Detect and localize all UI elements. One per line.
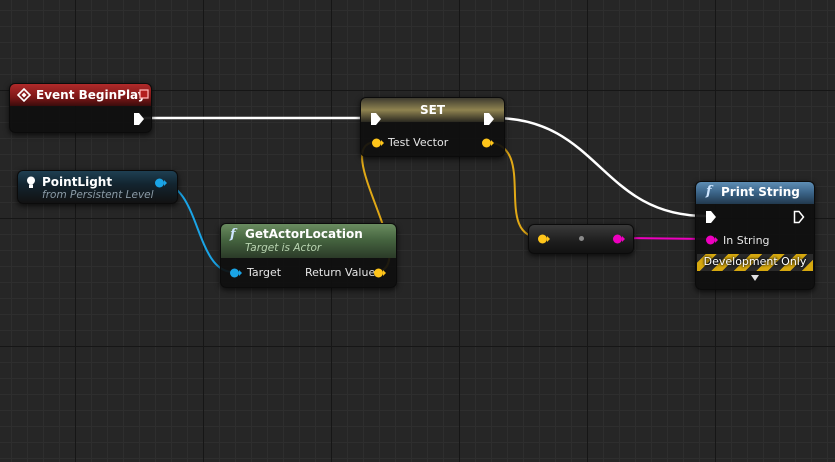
in-string-label: In String <box>723 234 770 247</box>
return-value-vector-out-pin[interactable] <box>373 267 387 279</box>
pointlight-object-out-pin[interactable] <box>154 177 168 189</box>
target-pin-label: Target <box>247 266 282 279</box>
set-exec-out-pin[interactable] <box>483 112 495 126</box>
pointlight-subtitle: from Persistent Level <box>42 189 154 201</box>
event-node-header: Event BeginPlay <box>10 84 151 106</box>
getloc-node-header: f GetActorLocation Target is Actor <box>221 224 396 258</box>
conversion-vector-in-pin[interactable] <box>537 233 551 245</box>
vector-to-string-conversion-node[interactable] <box>528 224 634 254</box>
set-vector-in-pin[interactable] <box>371 137 385 149</box>
set-exec-in-pin[interactable] <box>370 112 382 126</box>
print-string-node[interactable]: f Print String In String Development Onl… <box>695 181 815 290</box>
conversion-dot-icon <box>579 236 584 241</box>
function-f-icon: f <box>706 184 712 199</box>
lightbulb-icon <box>27 176 35 188</box>
set-vector-out-pin[interactable] <box>481 137 495 149</box>
pointlight-reference-node[interactable]: PointLight from Persistent Level <box>17 170 178 204</box>
getloc-node-title: GetActorLocation <box>245 227 363 241</box>
expand-arrow-icon[interactable] <box>750 274 760 282</box>
event-node-title: Event BeginPlay <box>36 88 146 102</box>
print-exec-in-pin[interactable] <box>705 210 717 224</box>
development-only-label: Development Only <box>703 255 807 268</box>
conversion-string-out-pin[interactable] <box>612 233 626 245</box>
get-actor-location-node[interactable]: f GetActorLocation Target is Actor Targe… <box>220 223 397 288</box>
pointlight-title: PointLight <box>42 175 113 189</box>
getloc-node-subtitle: Target is Actor <box>245 242 322 254</box>
print-node-header: f Print String <box>696 182 814 204</box>
stop-square-icon <box>139 89 149 99</box>
exec-wire-set-to-print[interactable] <box>493 116 707 218</box>
in-string-pin[interactable] <box>705 234 719 246</box>
print-node-title: Print String <box>721 185 800 199</box>
development-only-banner: Development Only <box>697 254 813 271</box>
exec-out-pin[interactable] <box>133 112 145 126</box>
event-diamond-icon <box>17 88 31 102</box>
set-variable-node[interactable]: SET Test Vector <box>360 97 505 157</box>
function-f-icon: f <box>230 227 236 242</box>
target-object-in-pin[interactable] <box>229 267 243 279</box>
print-exec-out-pin[interactable] <box>793 210 805 224</box>
set-variable-label: Test Vector <box>388 136 449 149</box>
return-value-pin-label: Return Value <box>305 266 376 279</box>
event-beginplay-node[interactable]: Event BeginPlay <box>9 83 152 133</box>
